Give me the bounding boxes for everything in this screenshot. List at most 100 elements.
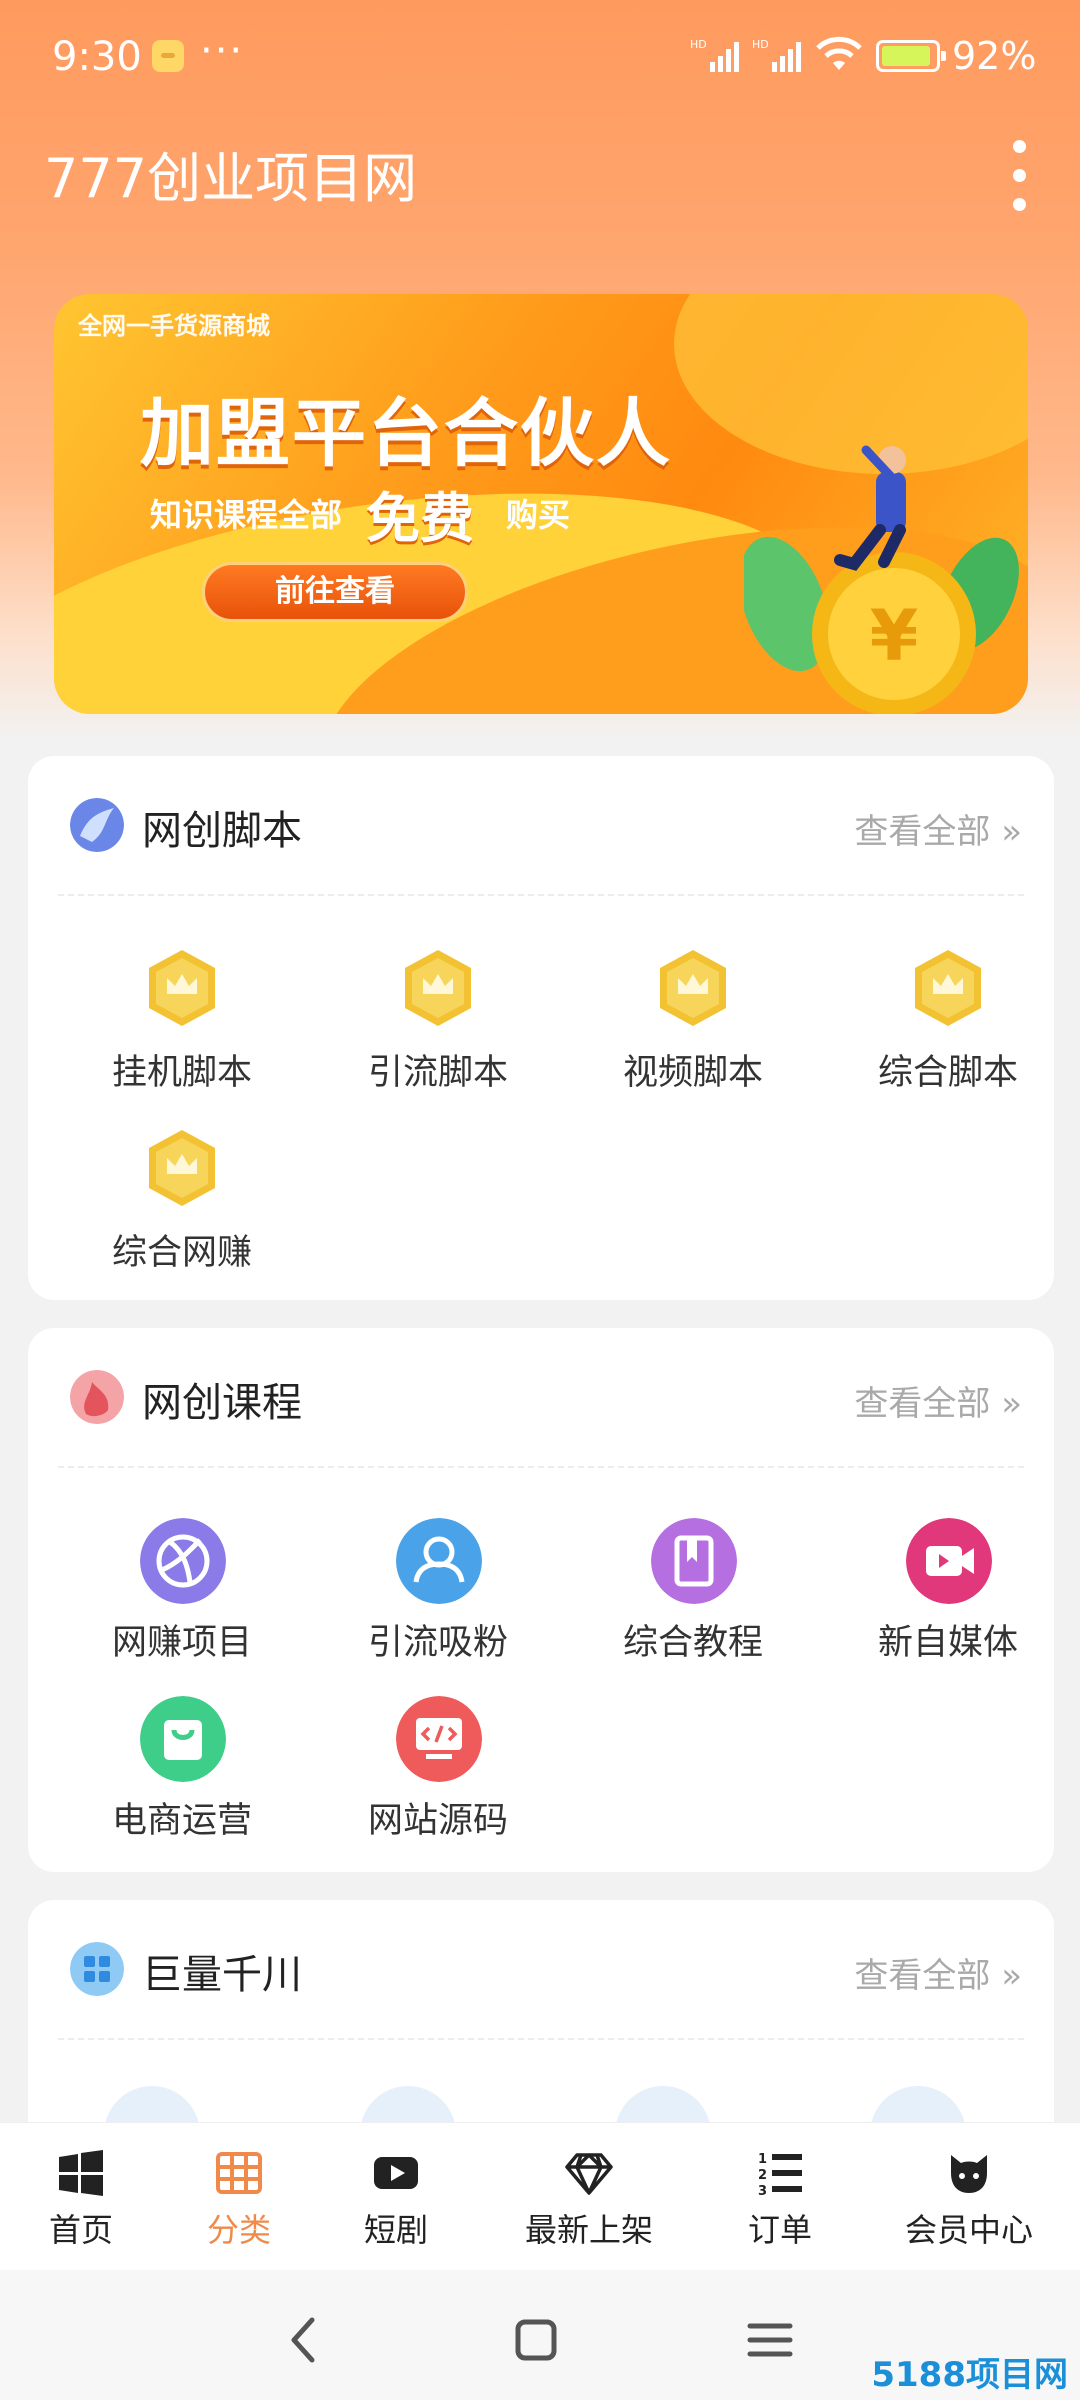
section-scripts: 网创脚本 查看全部 » 挂机脚本 引流脚本 视频脚本 综合脚本 综合网赚	[28, 756, 1054, 1300]
tab-label: 会员中心	[904, 2211, 1033, 2249]
category-item[interactable]: 电商运营	[54, 1696, 310, 1866]
tab-label: 最新上架	[524, 2211, 653, 2249]
view-all-link[interactable]: 查看全部 »	[854, 1948, 1022, 1997]
category-label: 引流吸粉	[367, 1623, 508, 1663]
category-label: 电商运营	[111, 1801, 252, 1841]
back-icon[interactable]	[274, 2310, 334, 2370]
home-icon[interactable]	[506, 2310, 566, 2370]
category-item[interactable]: 综合教程	[565, 1518, 821, 1688]
svg-text:3: 3	[758, 2184, 767, 2197]
recents-icon[interactable]	[740, 2310, 800, 2370]
tab-label: 订单	[747, 2211, 812, 2249]
tab-member-center[interactable]: 会员中心	[858, 2123, 1080, 2271]
category-item[interactable]: 网赚项目	[54, 1518, 310, 1688]
more-notifications-icon: ···	[200, 28, 245, 74]
category-item[interactable]: 引流吸粉	[310, 1518, 566, 1688]
overflow-menu-button[interactable]	[1000, 136, 1040, 216]
tab-orders[interactable]: 1 2 3 订单	[702, 2123, 858, 2271]
svg-text:HD: HD	[690, 38, 707, 51]
windows-icon	[59, 2150, 103, 2196]
wifi-icon	[816, 36, 862, 70]
tab-home[interactable]: 首页	[0, 2123, 162, 2271]
section-title: 巨量千川	[142, 1952, 302, 1998]
section-title: 网创课程	[142, 1380, 302, 1426]
category-label: 网站源码	[367, 1801, 508, 1841]
crown-badge-icon	[149, 1130, 215, 1206]
svg-text:HD: HD	[752, 38, 769, 51]
crown-badge-icon	[915, 950, 981, 1026]
tab-category[interactable]: 分类	[162, 2123, 316, 2271]
watermark: 5188项目网	[871, 2355, 1068, 2395]
tab-label: 分类	[206, 2211, 271, 2249]
category-item[interactable]: 网站源码	[310, 1696, 566, 1866]
divider	[58, 1466, 1024, 1468]
globe-icon	[140, 1518, 226, 1604]
category-label: 网赚项目	[111, 1623, 252, 1663]
blue-swirl-icon	[70, 798, 124, 852]
status-bar: 9:30 ··· HD HD 92%	[0, 0, 1080, 112]
code-monitor-icon	[396, 1696, 482, 1782]
svg-text:1: 1	[758, 2152, 767, 2167]
shopping-bag-icon	[140, 1696, 226, 1782]
user-icon	[396, 1518, 482, 1604]
play-icon	[374, 2157, 418, 2189]
diamond-icon	[565, 2153, 613, 2195]
banner-tagline: 全网一手货源商城	[78, 312, 270, 340]
category-item[interactable]: 挂机脚本	[54, 948, 310, 1118]
banner-cta-button[interactable]: 前往查看	[202, 562, 468, 622]
category-label: 综合脚本	[877, 1053, 1018, 1093]
book-icon	[651, 1518, 737, 1604]
red-flame-icon	[70, 1370, 124, 1424]
view-all-link[interactable]: 查看全部 »	[854, 804, 1022, 853]
section-header: 网创脚本 查看全部 »	[28, 756, 1054, 896]
system-navigation-bar: 5188项目网	[0, 2270, 1080, 2400]
tab-new-arrivals[interactable]: 最新上架	[476, 2123, 702, 2271]
divider	[58, 894, 1024, 896]
category-label: 挂机脚本	[111, 1053, 252, 1093]
section-header: 网创课程 查看全部 »	[28, 1328, 1054, 1468]
banner-subtitle: 知识课程全部	[150, 496, 343, 534]
banner-title: 加盟平台合伙人	[140, 391, 672, 477]
category-item[interactable]: 引流脚本	[310, 948, 566, 1118]
video-icon	[906, 1518, 992, 1604]
grid-table-icon	[216, 2152, 262, 2194]
battery-icon	[876, 40, 946, 72]
bottom-tab-bar: 首页 分类 短剧 最新上架 1 2 3 订单 会员中心	[0, 2122, 1080, 2270]
numbered-list-icon: 1 2 3	[758, 2152, 802, 2197]
category-item[interactable]: 综合网赚	[54, 1128, 310, 1298]
category-label: 综合网赚	[111, 1233, 252, 1273]
category-label: 引流脚本	[367, 1053, 508, 1093]
banner-subtitle-end: 购买	[506, 496, 571, 534]
svg-text:2: 2	[758, 2168, 767, 2183]
app-bar: 777创业项目网	[0, 112, 1080, 242]
tab-label: 短剧	[363, 2211, 428, 2249]
grid-app-icon	[70, 1942, 124, 1996]
app-title: 777创业项目网	[44, 147, 418, 210]
signal-icon-2: HD	[752, 38, 801, 72]
category-item[interactable]: 综合脚本	[820, 948, 1076, 1118]
divider	[58, 2038, 1024, 2040]
category-label: 视频脚本	[622, 1053, 763, 1093]
coin-figure-illustration: ¥	[744, 445, 1019, 714]
category-label: 综合教程	[622, 1623, 763, 1663]
notification-app-icon	[152, 40, 184, 72]
cat-icon	[951, 2155, 987, 2193]
view-all-link[interactable]: 查看全部 »	[854, 1376, 1022, 1425]
section-courses: 网创课程 查看全部 » 网赚项目 引流吸粉 综合教程 新自媒体 电商运营 网站源…	[28, 1328, 1054, 1872]
signal-icon: HD	[690, 38, 739, 72]
promo-banner[interactable]: 全网一手货源商城 加盟平台合伙人 知识课程全部 免费 购买 前往查看 ¥	[54, 294, 1028, 714]
category-label: 新自媒体	[877, 1623, 1018, 1663]
svg-text:¥: ¥	[870, 595, 919, 677]
banner-highlight: 免费	[366, 487, 474, 550]
battery-percent: 92%	[952, 34, 1037, 78]
category-item[interactable]: 视频脚本	[565, 948, 821, 1118]
crown-badge-icon	[405, 950, 471, 1026]
category-item[interactable]: 新自媒体	[820, 1518, 1076, 1688]
status-time: 9:30	[52, 34, 142, 80]
tab-short-drama[interactable]: 短剧	[316, 2123, 476, 2271]
crown-badge-icon	[660, 950, 726, 1026]
crown-badge-icon	[149, 950, 215, 1026]
tab-label: 首页	[48, 2211, 113, 2249]
section-title: 网创脚本	[142, 808, 302, 854]
section-header: 巨量千川 查看全部 »	[28, 1900, 1054, 2040]
